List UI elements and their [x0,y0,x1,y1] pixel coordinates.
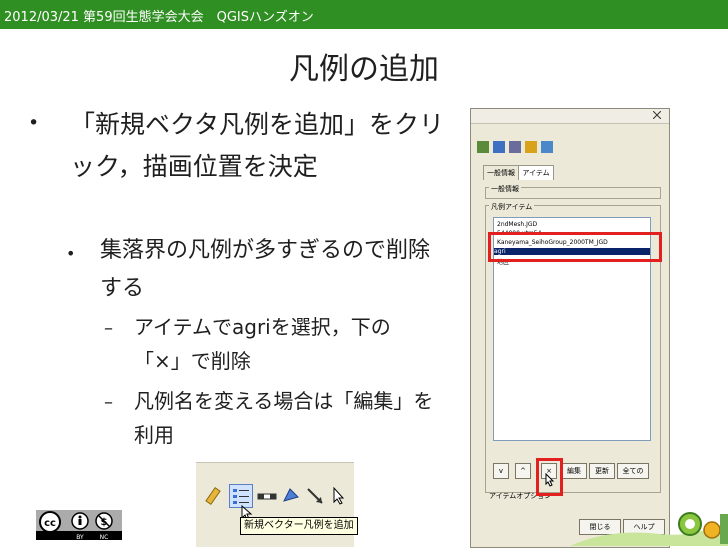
layout-tool-icon[interactable] [493,141,505,153]
dialog-screenshot: 一般情報 アイテム 一般情報 凡例アイテム 2ndMesh.JGD 544000… [470,108,670,548]
edit-button[interactable]: 編集 [561,463,587,479]
tab-general[interactable]: 一般情報 [483,165,519,180]
dash-marker: – [104,318,113,339]
scalebar-icon[interactable] [256,485,278,507]
svg-text:NC: NC [100,534,109,540]
layout-tool-icon[interactable] [525,141,537,153]
legend-items-label: 凡例アイテム [489,202,535,212]
general-group-label: 一般情報 [489,184,521,194]
bullet-marker: • [28,112,40,134]
qgis-logo-icon [570,512,728,546]
highlight-box-agri [488,232,662,262]
pencil-icon [205,487,221,505]
layout-tool-icon[interactable] [509,141,521,153]
layout-tool-icon[interactable] [477,141,489,153]
header-text: 2012/03/21 第59回生態学会大会 QGISハンズオン [4,10,314,25]
tooltip: 新規ベクター凡例を追加 [240,517,358,535]
creative-commons-icon: cc $ BY NC [36,510,122,540]
select-move-icon[interactable] [328,485,350,507]
bullet-text-level3: 凡例名を変える場合は「編集」を利用 [134,389,434,447]
add-arrow-icon[interactable] [304,485,326,507]
dash-marker: – [104,392,113,413]
all-button[interactable]: 全ての [617,463,649,479]
sub-bullet-marker: • [66,244,76,263]
bullet-text-level3: アイテムでagriを選択，下の「×」で削除 [134,315,391,373]
list-item[interactable]: 2ndMesh.JGD [497,221,537,228]
update-button[interactable]: 更新 [589,463,615,479]
dialog-titlebar [471,109,669,124]
layout-tool-icon[interactable] [541,141,553,153]
highlight-box-remove [536,458,563,496]
move-up-button[interactable]: ^ [515,463,531,479]
toolbar-screenshot: 新規ベクター凡例を追加 [196,462,358,547]
tab-items[interactable]: アイテム [518,165,554,180]
add-vector-legend-icon[interactable] [229,484,253,508]
header-bar: 2012/03/21 第59回生態学会大会 QGISハンズオン [0,0,728,29]
svg-text:BY: BY [76,534,84,540]
bullet-text-level2: 集落界の凡例が多すぎるので削除する [100,238,431,301]
slide-title: 凡例の追加 [289,52,439,87]
add-shape-icon[interactable] [280,485,302,507]
close-icon[interactable] [653,111,661,119]
move-down-button[interactable]: v [493,463,509,479]
svg-text:cc: cc [44,518,56,529]
bullet-text-level1: 「新規ベクタ凡例を追加」をクリック，描画位置を決定 [70,110,445,181]
